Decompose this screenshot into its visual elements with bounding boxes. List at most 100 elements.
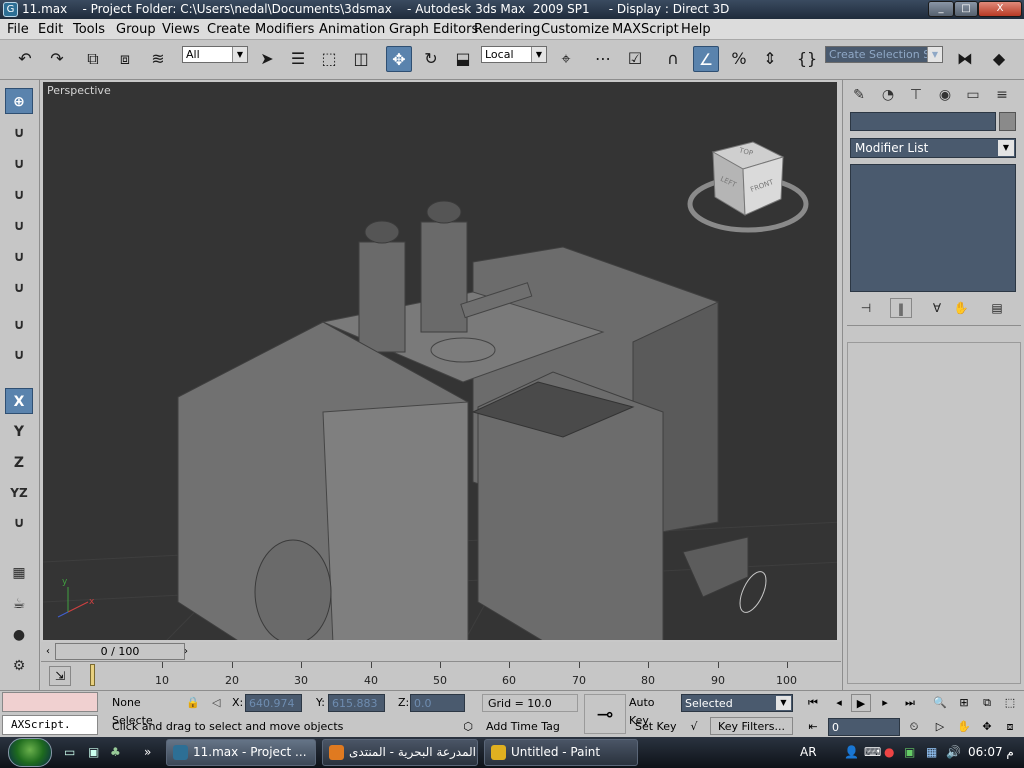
pin-stack-icon[interactable]: ⊣: [855, 298, 877, 318]
remove-modifier-icon[interactable]: ✋: [950, 298, 972, 318]
next-frame-arrow-icon[interactable]: ›: [179, 643, 193, 660]
y-coordinate-field[interactable]: 615.883: [328, 694, 385, 712]
menu-help[interactable]: Help: [681, 21, 711, 38]
spinner-snap-icon[interactable]: ⇕: [757, 46, 783, 72]
x-coordinate-field[interactable]: 640.974: [245, 694, 302, 712]
set-key-button[interactable]: Set Key: [635, 718, 677, 736]
keyboard-shortcut-override-icon[interactable]: ☑: [622, 46, 648, 72]
minimize-button[interactable]: _: [928, 1, 954, 17]
maxscript-listener-pink[interactable]: [2, 692, 98, 712]
select-and-link-icon[interactable]: ⧉: [80, 46, 106, 72]
z-coordinate-field[interactable]: 0.0: [410, 694, 465, 712]
key-selection-dropdown[interactable]: Selected ▼: [681, 694, 793, 712]
next-frame-icon[interactable]: ▸: [875, 694, 895, 712]
quick-launch-icon[interactable]: ▣: [88, 737, 99, 768]
select-and-rotate-icon[interactable]: ↻: [418, 46, 444, 72]
menu-edit[interactable]: Edit: [38, 21, 63, 38]
select-by-name-icon[interactable]: ☰: [285, 46, 311, 72]
magnet-icon-3[interactable]: ∪: [5, 182, 33, 208]
track-bar[interactable]: ⇲ 10 20 30 40 50 60 70 80 90 100: [41, 661, 841, 690]
menu-customize[interactable]: Customize: [541, 21, 609, 38]
modifier-list-dropdown[interactable]: Modifier List ▼: [850, 138, 1016, 158]
render-icon[interactable]: ⚙: [5, 653, 33, 679]
object-name-field[interactable]: [850, 112, 996, 131]
lock-selection-icon[interactable]: 🔒: [186, 694, 200, 712]
menu-tools[interactable]: Tools: [73, 21, 105, 38]
axis-yz-button[interactable]: YZ: [5, 480, 33, 506]
menu-group[interactable]: Group: [116, 21, 156, 38]
zoom-all-icon[interactable]: ⊞: [954, 694, 974, 712]
named-selection-sets-field[interactable]: Create Selection Set ▼: [825, 46, 943, 63]
magnet-icon-7[interactable]: ∪: [5, 312, 33, 338]
volume-tray-icon[interactable]: 🔊: [946, 737, 961, 768]
quick-launch-chevron-icon[interactable]: »: [144, 737, 151, 768]
select-object-icon[interactable]: ➤: [254, 46, 280, 72]
magnet-icon-5[interactable]: ∪: [5, 244, 33, 270]
menu-file[interactable]: File: [7, 21, 29, 38]
key-mode-icon[interactable]: ⇤: [803, 718, 823, 736]
select-and-move-icon[interactable]: ✥: [386, 46, 412, 72]
maximize-viewport-icon[interactable]: ⧈: [1000, 718, 1020, 736]
start-button[interactable]: [8, 738, 52, 767]
edit-named-selection-icon[interactable]: {}: [794, 46, 820, 72]
maximize-button[interactable]: □: [954, 1, 978, 17]
magnet-icon-6[interactable]: ∪: [5, 275, 33, 301]
configure-sets-icon[interactable]: ▤: [986, 298, 1008, 318]
users-tray-icon[interactable]: 👤: [844, 737, 859, 768]
absolute-mode-icon[interactable]: ◁: [212, 694, 226, 712]
time-slider[interactable]: 0 / 100: [55, 643, 185, 660]
snaps-toggle-icon[interactable]: ∩: [660, 46, 686, 72]
axis-z-button[interactable]: Z: [5, 450, 33, 476]
messenger-icon[interactable]: ♣: [110, 737, 121, 768]
app-icon[interactable]: G: [3, 2, 18, 17]
select-and-scale-icon[interactable]: ⬓: [450, 46, 476, 72]
taskbar-item-firefox[interactable]: المدرعة البحرية - المنتدى...: [322, 739, 478, 766]
current-frame-field[interactable]: 0: [828, 718, 900, 736]
system-clock[interactable]: 06:07 م: [968, 737, 1014, 768]
show-desktop-icon[interactable]: ▭: [64, 737, 75, 768]
field-of-view-icon[interactable]: ▷: [930, 718, 950, 736]
zoom-extents-all-icon[interactable]: ⬚: [1000, 694, 1020, 712]
menu-create[interactable]: Create: [207, 21, 250, 38]
prev-frame-arrow-icon[interactable]: ‹: [41, 643, 55, 660]
auto-key-button[interactable]: Auto Key: [629, 694, 677, 727]
network-tray-icon[interactable]: ▦: [926, 737, 937, 768]
layers-icon[interactable]: ▦: [5, 560, 33, 586]
security-tray-icon[interactable]: ●: [884, 737, 894, 768]
utilities-tab-icon[interactable]: ≡: [990, 84, 1014, 106]
axis-y-button[interactable]: Y: [5, 419, 33, 445]
key-filters-button[interactable]: Key Filters...: [710, 717, 793, 735]
time-marker[interactable]: [90, 664, 95, 686]
orbit-icon[interactable]: ✥: [977, 718, 997, 736]
close-button[interactable]: X: [978, 1, 1022, 17]
pivot-center-icon[interactable]: ⌖: [553, 46, 579, 72]
zoom-extents-icon[interactable]: ⧉: [977, 694, 997, 712]
magnet-select-icon[interactable]: ⊕: [5, 88, 33, 114]
app-tray-icon[interactable]: ▣: [904, 737, 915, 768]
menu-modifiers[interactable]: Modifiers: [255, 21, 314, 38]
hierarchy-tab-icon[interactable]: ⊤: [904, 84, 928, 106]
menu-animation[interactable]: Animation: [319, 21, 385, 38]
magnet-icon-2[interactable]: ∪: [5, 151, 33, 177]
unlink-icon[interactable]: ⧈: [112, 46, 138, 72]
window-crossing-icon[interactable]: ◫: [348, 46, 374, 72]
reference-coordinate-dropdown[interactable]: Local ▼: [481, 46, 547, 63]
prev-frame-icon[interactable]: ◂: [829, 694, 849, 712]
axis-x-button[interactable]: X: [5, 388, 33, 414]
selection-filter-dropdown[interactable]: All ▼: [182, 46, 248, 63]
mirror-icon[interactable]: ⧓: [952, 46, 978, 72]
modifier-stack[interactable]: [850, 164, 1016, 292]
menu-rendering[interactable]: Rendering: [474, 21, 540, 38]
motion-tab-icon[interactable]: ◉: [933, 84, 957, 106]
teapot-icon[interactable]: ☕: [5, 591, 33, 617]
goto-start-icon[interactable]: ⏮: [803, 694, 823, 712]
bind-space-warp-icon[interactable]: ≋: [145, 46, 171, 72]
goto-end-icon[interactable]: ⏭: [900, 694, 920, 712]
material-sphere-icon[interactable]: ●: [5, 622, 33, 648]
language-indicator[interactable]: AR: [800, 737, 817, 768]
tangent-icon[interactable]: √: [681, 718, 707, 736]
axis-xy-icon[interactable]: ∪: [5, 510, 33, 536]
percent-snap-icon[interactable]: %: [726, 46, 752, 72]
time-config-icon[interactable]: ⏲: [904, 718, 924, 736]
magnet-icon-1[interactable]: ∪: [5, 120, 33, 146]
